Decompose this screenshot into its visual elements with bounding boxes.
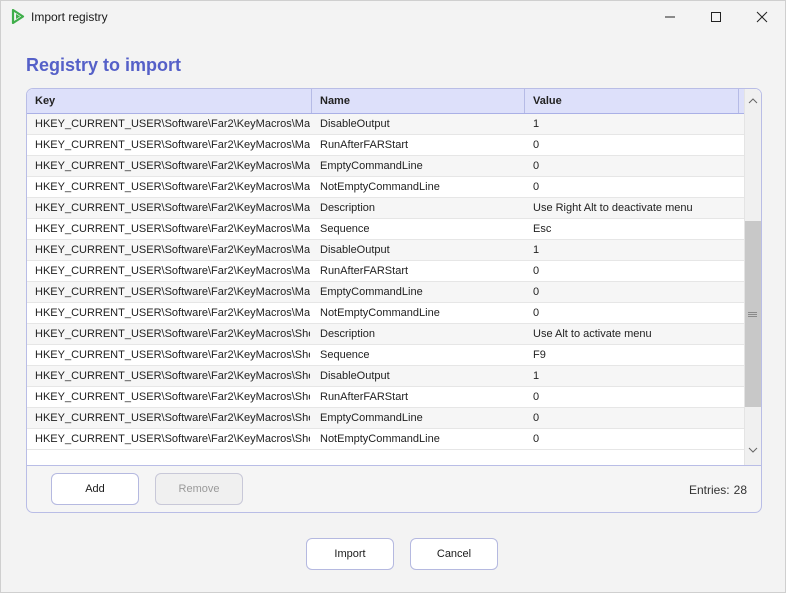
scroll-track[interactable]	[745, 111, 761, 444]
cell-name: DisableOutput	[320, 370, 390, 382]
cell-name: Description	[320, 328, 376, 340]
cell-name: DisableOutput	[320, 244, 390, 256]
table-row[interactable]: HKEY_CURRENT_USER\Software\Far2\KeyMacro…	[27, 324, 744, 345]
import-button[interactable]: Import	[306, 538, 394, 570]
maximize-icon	[711, 11, 721, 22]
table-row[interactable]: HKEY_CURRENT_USER\Software\Far2\KeyMacro…	[27, 198, 744, 219]
cell-name: DisableOutput	[320, 118, 390, 130]
registry-panel: Key Name Value HKEY_CURRENT_USER\Softwar…	[26, 88, 762, 513]
vertical-scrollbar[interactable]	[744, 89, 761, 465]
cell-value: 0	[533, 265, 540, 277]
cell-key: HKEY_CURRENT_USER\Software\Far2\KeyMacro…	[35, 286, 310, 298]
cell-name: Sequence	[320, 349, 370, 361]
chevron-down-icon	[748, 447, 758, 453]
cell-name: RunAfterFARStart	[320, 265, 409, 277]
cell-key: HKEY_CURRENT_USER\Software\Far2\KeyMacro…	[35, 328, 310, 340]
cell-key: HKEY_CURRENT_USER\Software\Far2\KeyMacro…	[35, 412, 310, 424]
maximize-button[interactable]	[693, 1, 739, 32]
cell-value: 0	[533, 181, 540, 193]
chevron-up-icon	[748, 98, 758, 104]
table-row[interactable]: HKEY_CURRENT_USER\Software\Far2\KeyMacro…	[27, 303, 744, 324]
entries-label: Entries:	[688, 483, 730, 497]
grip-icon	[748, 312, 757, 317]
import-registry-window: Import registry Registry to import Key N…	[0, 0, 786, 593]
add-button[interactable]: Add	[51, 473, 139, 505]
table-row[interactable]: HKEY_CURRENT_USER\Software\Far2\KeyMacro…	[27, 408, 744, 429]
scroll-up-button[interactable]	[745, 93, 761, 109]
grid-header: Key Name Value	[27, 89, 744, 114]
cell-name: RunAfterFARStart	[320, 139, 409, 151]
cell-value: 0	[533, 139, 540, 151]
page-title: Registry to import	[26, 55, 182, 75]
entries-count: Entries: 28	[685, 483, 747, 497]
cell-key: HKEY_CURRENT_USER\Software\Far2\KeyMacro…	[35, 349, 310, 361]
cell-name: NotEmptyCommandLine	[320, 433, 440, 445]
cell-value: 0	[533, 391, 540, 403]
cell-name: EmptyCommandLine	[320, 286, 423, 298]
close-icon	[756, 11, 768, 22]
cell-key: HKEY_CURRENT_USER\Software\Far2\KeyMacro…	[35, 370, 310, 382]
cell-key: HKEY_CURRENT_USER\Software\Far2\KeyMacro…	[35, 391, 310, 403]
close-button[interactable]	[739, 1, 785, 32]
column-header-value[interactable]: Value	[525, 89, 739, 113]
registry-grid[interactable]: Key Name Value HKEY_CURRENT_USER\Softwar…	[27, 89, 761, 466]
cell-value: 0	[533, 433, 540, 445]
table-row[interactable]: HKEY_CURRENT_USER\Software\Far2\KeyMacro…	[27, 219, 744, 240]
cell-value: 0	[533, 307, 540, 319]
table-row[interactable]: HKEY_CURRENT_USER\Software\Far2\KeyMacro…	[27, 135, 744, 156]
table-row[interactable]: HKEY_CURRENT_USER\Software\Far2\KeyMacro…	[27, 156, 744, 177]
cell-key: HKEY_CURRENT_USER\Software\Far2\KeyMacro…	[35, 160, 310, 172]
table-row[interactable]: HKEY_CURRENT_USER\Software\Far2\KeyMacro…	[27, 429, 744, 450]
cell-name: EmptyCommandLine	[320, 160, 423, 172]
cell-value: Use Alt to activate menu	[533, 328, 652, 340]
table-row[interactable]: HKEY_CURRENT_USER\Software\Far2\KeyMacro…	[27, 240, 744, 261]
cell-value: 1	[533, 370, 540, 382]
cell-key: HKEY_CURRENT_USER\Software\Far2\KeyMacro…	[35, 118, 310, 130]
cell-value: 1	[533, 118, 540, 130]
cell-value: 0	[533, 286, 540, 298]
minimize-icon	[665, 16, 675, 17]
cell-name: NotEmptyCommandLine	[320, 307, 440, 319]
cell-name: NotEmptyCommandLine	[320, 181, 440, 193]
cancel-button[interactable]: Cancel	[410, 538, 498, 570]
cell-name: Description	[320, 202, 376, 214]
cell-key: HKEY_CURRENT_USER\Software\Far2\KeyMacro…	[35, 433, 310, 445]
window-title: Import registry	[31, 10, 108, 24]
cell-key: HKEY_CURRENT_USER\Software\Far2\KeyMacro…	[35, 265, 310, 277]
cell-name: Sequence	[320, 223, 370, 235]
cell-value: Use Right Alt to deactivate menu	[533, 202, 693, 214]
cell-name: RunAfterFARStart	[320, 391, 409, 403]
table-row[interactable]: HKEY_CURRENT_USER\Software\Far2\KeyMacro…	[27, 114, 744, 135]
grid-rows: HKEY_CURRENT_USER\Software\Far2\KeyMacro…	[27, 114, 744, 450]
cell-name: EmptyCommandLine	[320, 412, 423, 424]
entries-value: 28	[733, 483, 747, 497]
cell-key: HKEY_CURRENT_USER\Software\Far2\KeyMacro…	[35, 223, 310, 235]
column-header-name[interactable]: Name	[312, 89, 525, 113]
cell-key: HKEY_CURRENT_USER\Software\Far2\KeyMacro…	[35, 307, 310, 319]
cell-key: HKEY_CURRENT_USER\Software\Far2\KeyMacro…	[35, 181, 310, 193]
cell-value: 1	[533, 244, 540, 256]
cell-value: 0	[533, 160, 540, 172]
table-row[interactable]: HKEY_CURRENT_USER\Software\Far2\KeyMacro…	[27, 177, 744, 198]
scroll-down-button[interactable]	[745, 442, 761, 458]
title-bar[interactable]: Import registry	[1, 1, 785, 32]
cell-value: F9	[533, 349, 546, 361]
cell-value: 0	[533, 412, 540, 424]
remove-button[interactable]: Remove	[155, 473, 243, 505]
cell-key: HKEY_CURRENT_USER\Software\Far2\KeyMacro…	[35, 244, 310, 256]
table-row[interactable]: HKEY_CURRENT_USER\Software\Far2\KeyMacro…	[27, 366, 744, 387]
cell-key: HKEY_CURRENT_USER\Software\Far2\KeyMacro…	[35, 202, 310, 214]
table-row[interactable]: HKEY_CURRENT_USER\Software\Far2\KeyMacro…	[27, 387, 744, 408]
table-row[interactable]: HKEY_CURRENT_USER\Software\Far2\KeyMacro…	[27, 345, 744, 366]
far-app-icon	[11, 8, 25, 25]
table-row[interactable]: HKEY_CURRENT_USER\Software\Far2\KeyMacro…	[27, 282, 744, 303]
column-header-key[interactable]: Key	[27, 89, 312, 113]
cell-value: Esc	[533, 223, 552, 235]
minimize-button[interactable]	[647, 1, 693, 32]
table-row[interactable]: HKEY_CURRENT_USER\Software\Far2\KeyMacro…	[27, 261, 744, 282]
cell-key: HKEY_CURRENT_USER\Software\Far2\KeyMacro…	[35, 139, 310, 151]
scroll-thumb[interactable]	[745, 221, 761, 407]
